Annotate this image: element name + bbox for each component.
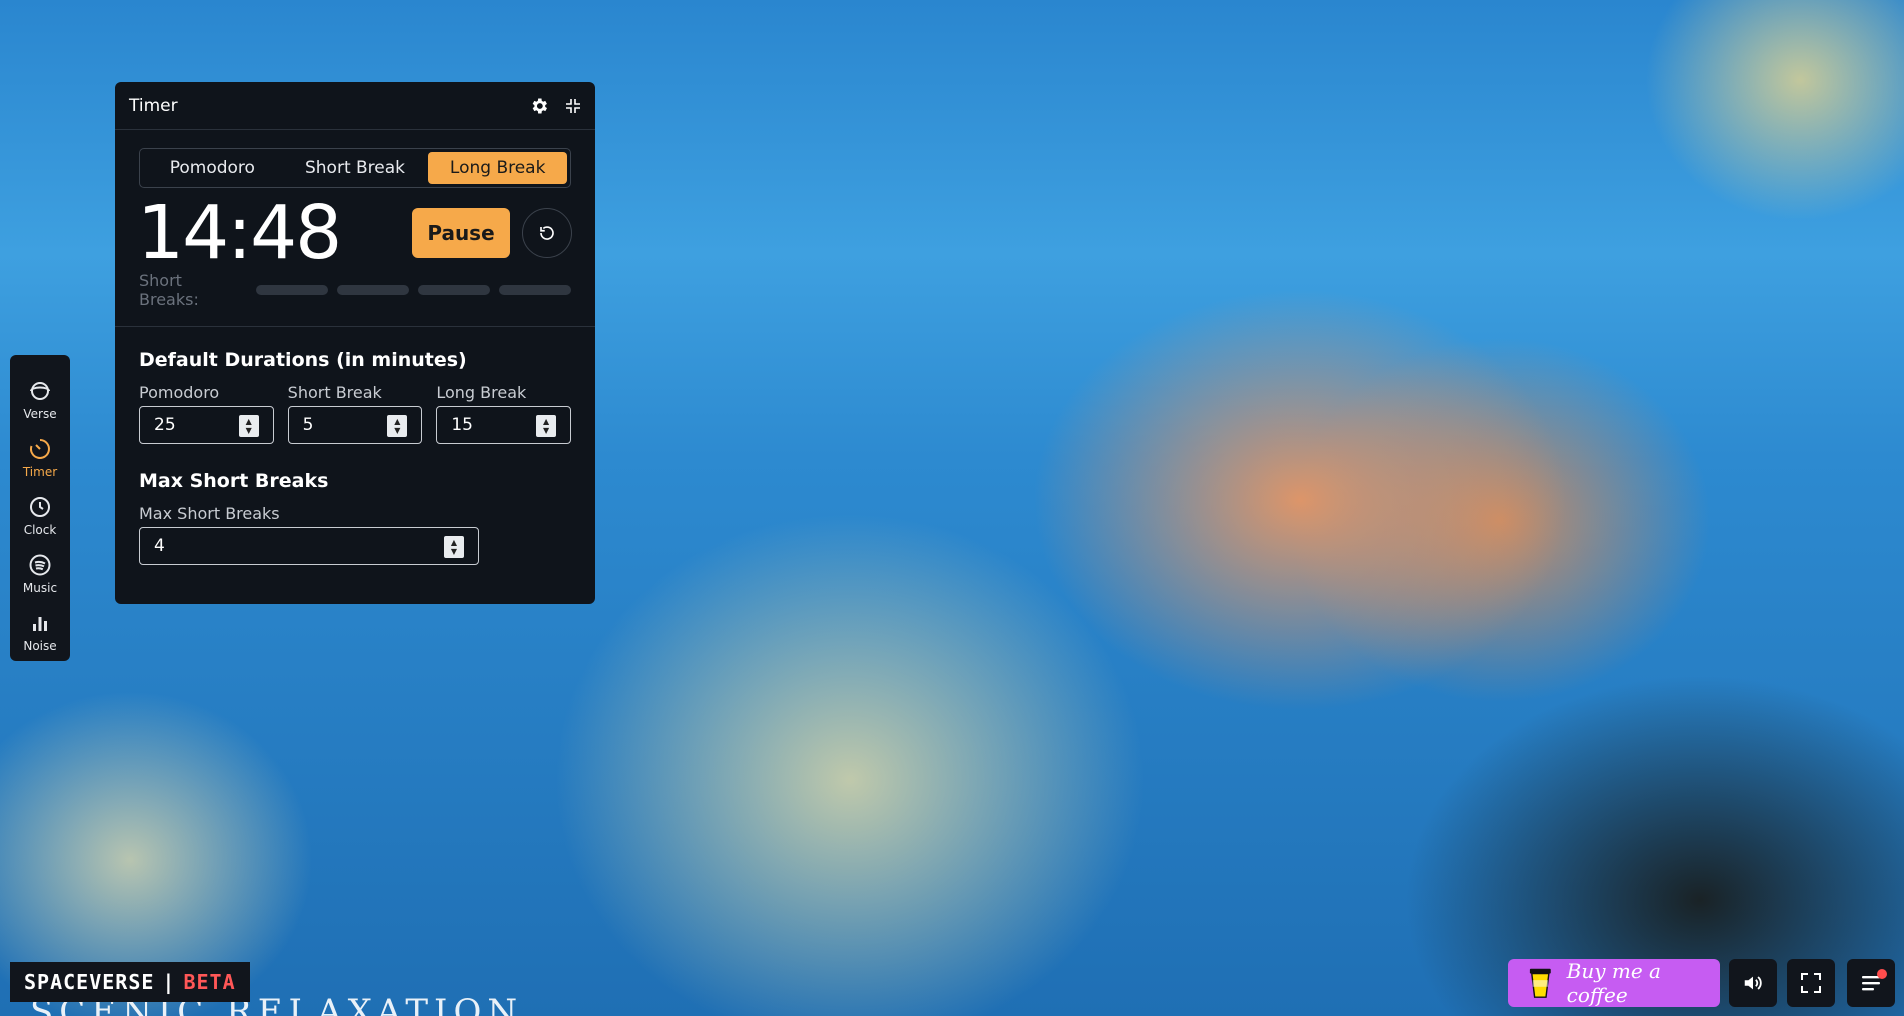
field-value: 5 [302, 415, 314, 435]
tab-pomodoro[interactable]: Pomodoro [143, 152, 282, 184]
spotify-icon [29, 554, 51, 576]
planet-icon [30, 382, 50, 400]
beta-badge: BETA [183, 970, 236, 994]
brand-logo: SPACEVERSE | BETA [10, 962, 250, 1002]
field-value: 15 [451, 415, 473, 435]
gear-icon[interactable] [529, 96, 549, 116]
timer-mode-tabs: Pomodoro Short Break Long Break [139, 148, 571, 188]
nav-item-clock[interactable]: Clock [10, 487, 70, 545]
field-value: 4 [154, 536, 165, 556]
long-break-field: Long Break 15 ▲ ▼ [436, 383, 572, 444]
break-segment [337, 285, 410, 295]
nav-label: Clock [23, 523, 57, 537]
nav-label: Verse [23, 407, 57, 421]
timer-display: 14:48 [137, 190, 342, 276]
max-short-breaks-input[interactable]: 4 ▲ ▼ [139, 527, 479, 565]
divider [115, 326, 595, 327]
break-segment [256, 285, 329, 295]
spinner[interactable]: ▲ ▼ [536, 415, 557, 437]
clock-icon [30, 497, 50, 517]
field-label: Short Break [287, 383, 382, 402]
minimize-icon[interactable] [565, 98, 581, 114]
field-label: Pomodoro [139, 383, 220, 402]
buy-me-a-coffee-button[interactable]: Buy me a coffee [1508, 959, 1720, 1007]
spinner[interactable]: ▲ ▼ [238, 415, 259, 437]
notification-dot [1877, 969, 1887, 979]
brand-separator: | [162, 970, 176, 994]
coffee-label: Buy me a coffee [1566, 959, 1661, 1007]
nav-label: Noise [23, 639, 57, 653]
spinner[interactable]: ▲ ▼ [444, 536, 464, 558]
nav-item-verse[interactable]: Verse [10, 371, 70, 429]
short-break-input[interactable]: 5 ▲ ▼ [287, 406, 423, 444]
fullscreen-icon [1801, 973, 1821, 993]
tab-long-break[interactable]: Long Break [428, 152, 568, 184]
volume-button[interactable] [1729, 959, 1777, 1007]
menu-button[interactable] [1847, 959, 1895, 1007]
panel-title: Timer [129, 95, 178, 116]
short-breaks-progress: Short Breaks: [139, 271, 571, 309]
tab-short-break[interactable]: Short Break [286, 152, 425, 184]
nav-item-music[interactable]: Music [10, 545, 70, 603]
break-segment [418, 285, 491, 295]
spinner[interactable]: ▲ ▼ [387, 415, 408, 437]
short-break-field: Short Break 5 ▲ ▼ [287, 383, 423, 444]
brand-name: SPACEVERSE [24, 970, 155, 994]
reset-icon [540, 226, 554, 240]
nav-label: Timer [22, 465, 58, 479]
field-label: Long Break [436, 383, 527, 402]
long-break-input[interactable]: 15 ▲ ▼ [436, 406, 572, 444]
field-value: 25 [154, 415, 176, 435]
pomodoro-input[interactable]: 25 ▲ ▼ [139, 406, 274, 444]
max-short-breaks-title: Max Short Breaks [139, 470, 329, 492]
timer-icon [30, 439, 50, 459]
nav-item-noise[interactable]: Noise [10, 603, 70, 661]
default-durations-title: Default Durations (in minutes) [139, 349, 467, 371]
reset-button[interactable] [522, 208, 572, 258]
pause-button[interactable]: Pause [412, 208, 510, 258]
nav-item-timer[interactable]: Timer [10, 429, 70, 487]
bar-chart-icon [33, 617, 47, 631]
side-nav: Verse Timer Clock Music Noise [10, 355, 70, 661]
coffee-cup-icon [1529, 968, 1551, 998]
timer-panel: Timer Pomodoro Short Break Long Break 14… [115, 82, 595, 604]
max-short-breaks-field: Max Short Breaks 4 ▲ ▼ [139, 504, 479, 565]
nav-label: Music [22, 581, 58, 595]
break-segment [499, 285, 571, 295]
panel-header: Timer [115, 82, 595, 130]
speaker-icon [1744, 976, 1762, 990]
field-label: Max Short Breaks [139, 504, 280, 523]
pomodoro-field: Pomodoro 25 ▲ ▼ [139, 383, 274, 444]
fullscreen-button[interactable] [1787, 959, 1835, 1007]
